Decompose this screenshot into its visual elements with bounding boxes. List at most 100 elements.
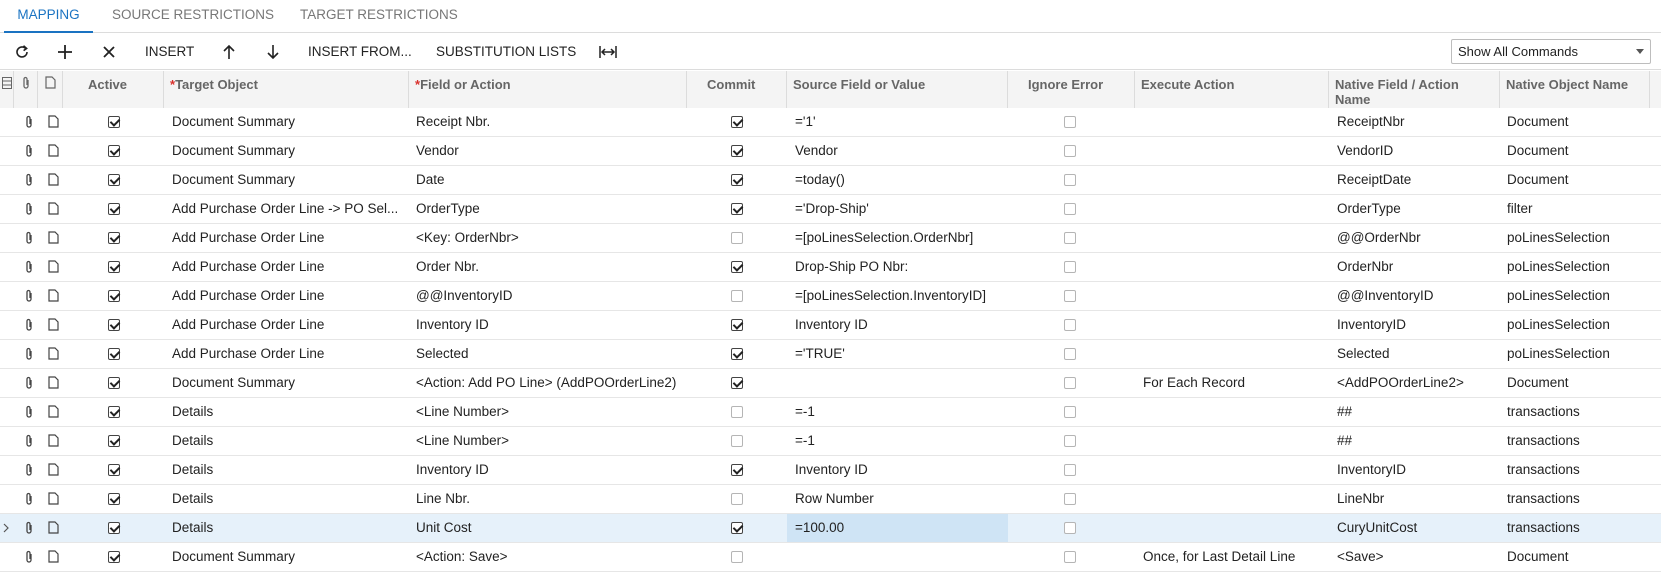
active-checkbox[interactable] <box>108 406 120 418</box>
active-checkbox[interactable] <box>108 319 120 331</box>
paperclip-icon[interactable] <box>24 376 34 390</box>
execute-action-cell[interactable] <box>1143 514 1325 542</box>
ignore-error-checkbox[interactable] <box>1064 319 1076 331</box>
source-field-cell[interactable] <box>795 369 1005 397</box>
commit-checkbox[interactable] <box>731 493 743 505</box>
paperclip-icon[interactable] <box>24 173 34 187</box>
field-or-action-cell[interactable]: <Action: Add PO Line> (AddPOOrderLine2) <box>416 369 684 397</box>
note-icon[interactable] <box>48 202 59 215</box>
source-field-cell[interactable]: =100.00 <box>795 514 1005 542</box>
tab-source-restrictions[interactable]: SOURCE RESTRICTIONS <box>112 0 274 33</box>
target-object-cell[interactable]: Document Summary <box>172 543 404 571</box>
target-object-cell[interactable]: Add Purchase Order Line <box>172 224 404 252</box>
target-object-cell[interactable]: Details <box>172 514 404 542</box>
field-or-action-cell[interactable]: Unit Cost <box>416 514 684 542</box>
refresh-button[interactable] <box>12 34 32 70</box>
execute-action-cell[interactable] <box>1143 137 1325 165</box>
target-object-cell[interactable]: Add Purchase Order Line <box>172 340 404 368</box>
delete-row-button[interactable] <box>99 34 119 70</box>
field-or-action-cell[interactable]: Vendor <box>416 137 684 165</box>
execute-action-cell[interactable] <box>1143 166 1325 194</box>
execute-action-cell[interactable] <box>1143 456 1325 484</box>
commit-checkbox[interactable] <box>731 174 743 186</box>
paperclip-icon[interactable] <box>24 231 34 245</box>
ignore-error-checkbox[interactable] <box>1064 203 1076 215</box>
execute-action-cell[interactable]: For Each Record <box>1143 369 1325 397</box>
source-field-cell[interactable]: =-1 <box>795 398 1005 426</box>
target-object-cell[interactable]: Document Summary <box>172 108 404 136</box>
active-checkbox[interactable] <box>108 464 120 476</box>
note-icon[interactable] <box>48 173 59 186</box>
table-row[interactable]: Document Summary Receipt Nbr. ='1' ReceiptN… <box>0 108 1661 137</box>
field-or-action-cell[interactable]: Selected <box>416 340 684 368</box>
note-icon[interactable] <box>48 434 59 447</box>
note-icon[interactable] <box>48 550 59 563</box>
tab-target-restrictions[interactable]: TARGET RESTRICTIONS <box>300 0 458 33</box>
ignore-error-checkbox[interactable] <box>1064 174 1076 186</box>
table-row[interactable]: Details Line Nbr. Row Number LineNbr transac… <box>0 485 1661 514</box>
source-field-cell[interactable]: Drop-Ship PO Nbr: <box>795 253 1005 281</box>
ignore-error-checkbox[interactable] <box>1064 377 1076 389</box>
source-field-cell[interactable]: Vendor <box>795 137 1005 165</box>
field-or-action-cell[interactable]: <Action: Save> <box>416 543 684 571</box>
source-field-cell[interactable]: ='1' <box>795 108 1005 136</box>
field-or-action-cell[interactable]: Inventory ID <box>416 456 684 484</box>
active-checkbox[interactable] <box>108 203 120 215</box>
active-checkbox[interactable] <box>108 232 120 244</box>
commit-checkbox[interactable] <box>731 522 743 534</box>
table-row[interactable]: Add Purchase Order Line @@InventoryID =[po… <box>0 282 1661 311</box>
table-row[interactable]: Document Summary Date =today() ReceiptDate D… <box>0 166 1661 195</box>
note-icon[interactable] <box>48 260 59 273</box>
table-row[interactable]: Add Purchase Order Line Selected ='TRUE' Se… <box>0 340 1661 369</box>
execute-action-cell[interactable] <box>1143 282 1325 310</box>
ignore-error-checkbox[interactable] <box>1064 464 1076 476</box>
ignore-error-checkbox[interactable] <box>1064 406 1076 418</box>
note-icon[interactable] <box>48 405 59 418</box>
active-checkbox[interactable] <box>108 290 120 302</box>
target-object-cell[interactable]: Add Purchase Order Line <box>172 311 404 339</box>
active-checkbox[interactable] <box>108 116 120 128</box>
active-checkbox[interactable] <box>108 493 120 505</box>
note-icon[interactable] <box>48 289 59 302</box>
fit-columns-button[interactable] <box>598 34 618 70</box>
commit-checkbox[interactable] <box>731 406 743 418</box>
table-row[interactable]: Document Summary Vendor Vendor VendorID Docu… <box>0 137 1661 166</box>
add-row-button[interactable] <box>55 34 75 70</box>
source-field-cell[interactable]: Inventory ID <box>795 311 1005 339</box>
commit-checkbox[interactable] <box>731 290 743 302</box>
paperclip-icon[interactable] <box>24 347 34 361</box>
note-icon[interactable] <box>48 115 59 128</box>
field-or-action-cell[interactable]: Date <box>416 166 684 194</box>
source-field-cell[interactable]: Row Number <box>795 485 1005 513</box>
note-icon[interactable] <box>48 347 59 360</box>
field-or-action-cell[interactable]: Receipt Nbr. <box>416 108 684 136</box>
field-or-action-cell[interactable]: <Line Number> <box>416 398 684 426</box>
field-or-action-cell[interactable]: OrderType <box>416 195 684 223</box>
active-checkbox[interactable] <box>108 551 120 563</box>
paperclip-icon[interactable] <box>24 115 34 129</box>
paperclip-icon[interactable] <box>24 550 34 564</box>
active-checkbox[interactable] <box>108 348 120 360</box>
table-row[interactable]: Add Purchase Order Line Inventory ID Inven… <box>0 311 1661 340</box>
insert-button[interactable]: INSERT <box>145 34 194 70</box>
move-up-button[interactable] <box>219 34 239 70</box>
field-or-action-cell[interactable]: <Line Number> <box>416 427 684 455</box>
commit-checkbox[interactable] <box>731 377 743 389</box>
commit-checkbox[interactable] <box>731 348 743 360</box>
active-checkbox[interactable] <box>108 145 120 157</box>
commit-checkbox[interactable] <box>731 145 743 157</box>
ignore-error-checkbox[interactable] <box>1064 493 1076 505</box>
source-field-cell[interactable]: =-1 <box>795 427 1005 455</box>
table-row[interactable]: Details Unit Cost =100.00 CuryUnitCost trans… <box>0 514 1661 543</box>
field-or-action-cell[interactable]: Order Nbr. <box>416 253 684 281</box>
ignore-error-checkbox[interactable] <box>1064 116 1076 128</box>
ignore-error-checkbox[interactable] <box>1064 348 1076 360</box>
ignore-error-checkbox[interactable] <box>1064 551 1076 563</box>
source-field-cell[interactable]: =[poLinesSelection.InventoryID] <box>795 282 1005 310</box>
target-object-cell[interactable]: Add Purchase Order Line <box>172 282 404 310</box>
target-object-cell[interactable]: Add Purchase Order Line -> PO Sel... <box>172 195 404 223</box>
paperclip-icon[interactable] <box>24 492 34 506</box>
commit-checkbox[interactable] <box>731 261 743 273</box>
ignore-error-checkbox[interactable] <box>1064 290 1076 302</box>
note-icon[interactable] <box>48 492 59 505</box>
